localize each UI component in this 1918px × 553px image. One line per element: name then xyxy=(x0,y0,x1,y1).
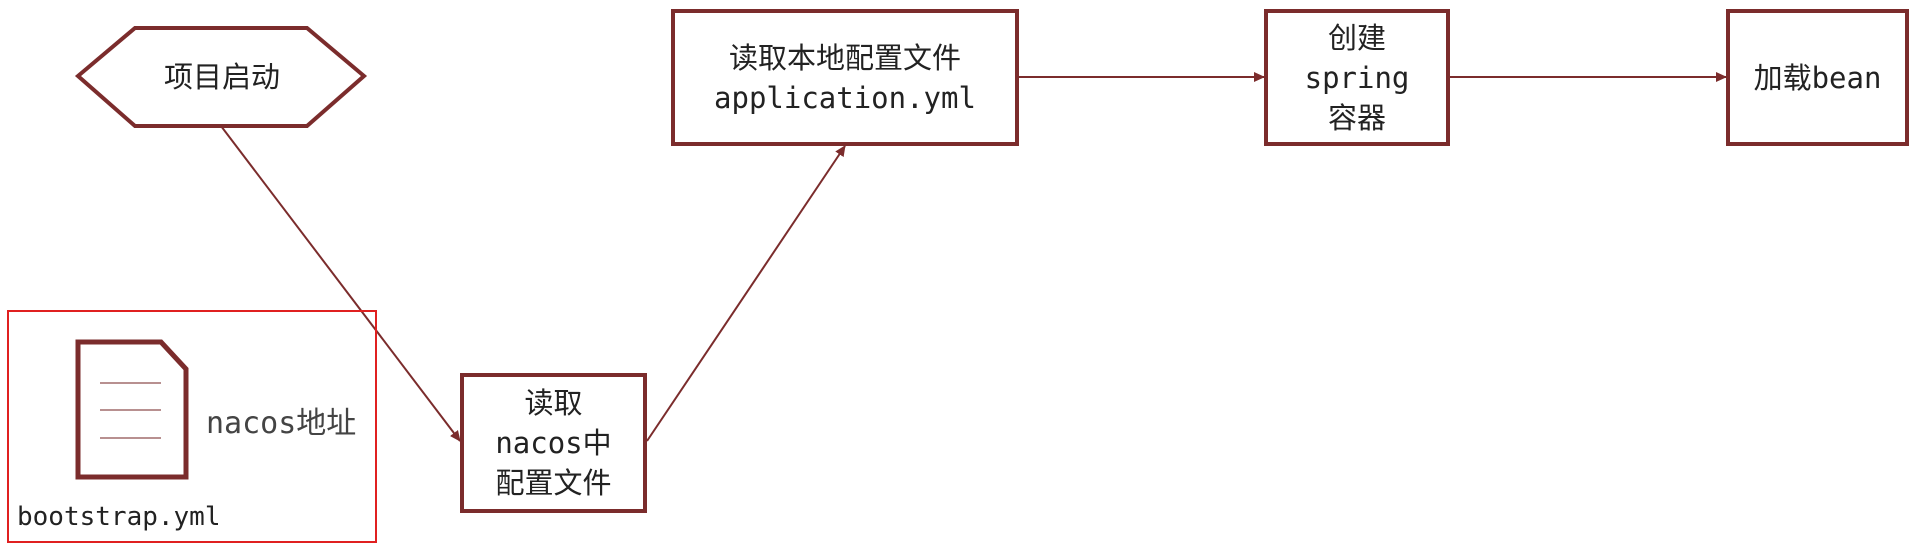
arrow-read-nacos-to-read-local xyxy=(646,145,846,442)
read-local-config-node: 读取本地配置文件 application.yml xyxy=(671,9,1019,146)
read-nacos-line3: 配置文件 xyxy=(495,466,612,500)
create-line2: spring xyxy=(1304,60,1410,95)
read-local-line2: application.yml xyxy=(714,80,976,115)
start-node-label: 项目启动 xyxy=(163,60,280,94)
read-nacos-line2: nacos中 xyxy=(495,426,612,460)
read-nacos-line1: 读取 xyxy=(524,386,583,420)
flow-diagram: 项目启动 读取 nacos中 配置文件 读取本地配置文件 application… xyxy=(0,0,1918,553)
load-bean-label: 加载bean xyxy=(1753,60,1882,95)
read-local-line1: 读取本地配置文件 xyxy=(728,40,961,75)
nacos-address-label: nacos地址 xyxy=(206,406,357,441)
create-spring-container-node: 创建 spring 容器 xyxy=(1264,9,1450,146)
create-line1: 创建 xyxy=(1327,20,1386,55)
read-nacos-config-node: 读取 nacos中 配置文件 xyxy=(460,373,647,513)
load-bean-node: 加载bean xyxy=(1726,9,1909,146)
bootstrap-file-name: bootstrap.yml xyxy=(17,502,221,532)
create-line3: 容器 xyxy=(1327,100,1386,135)
